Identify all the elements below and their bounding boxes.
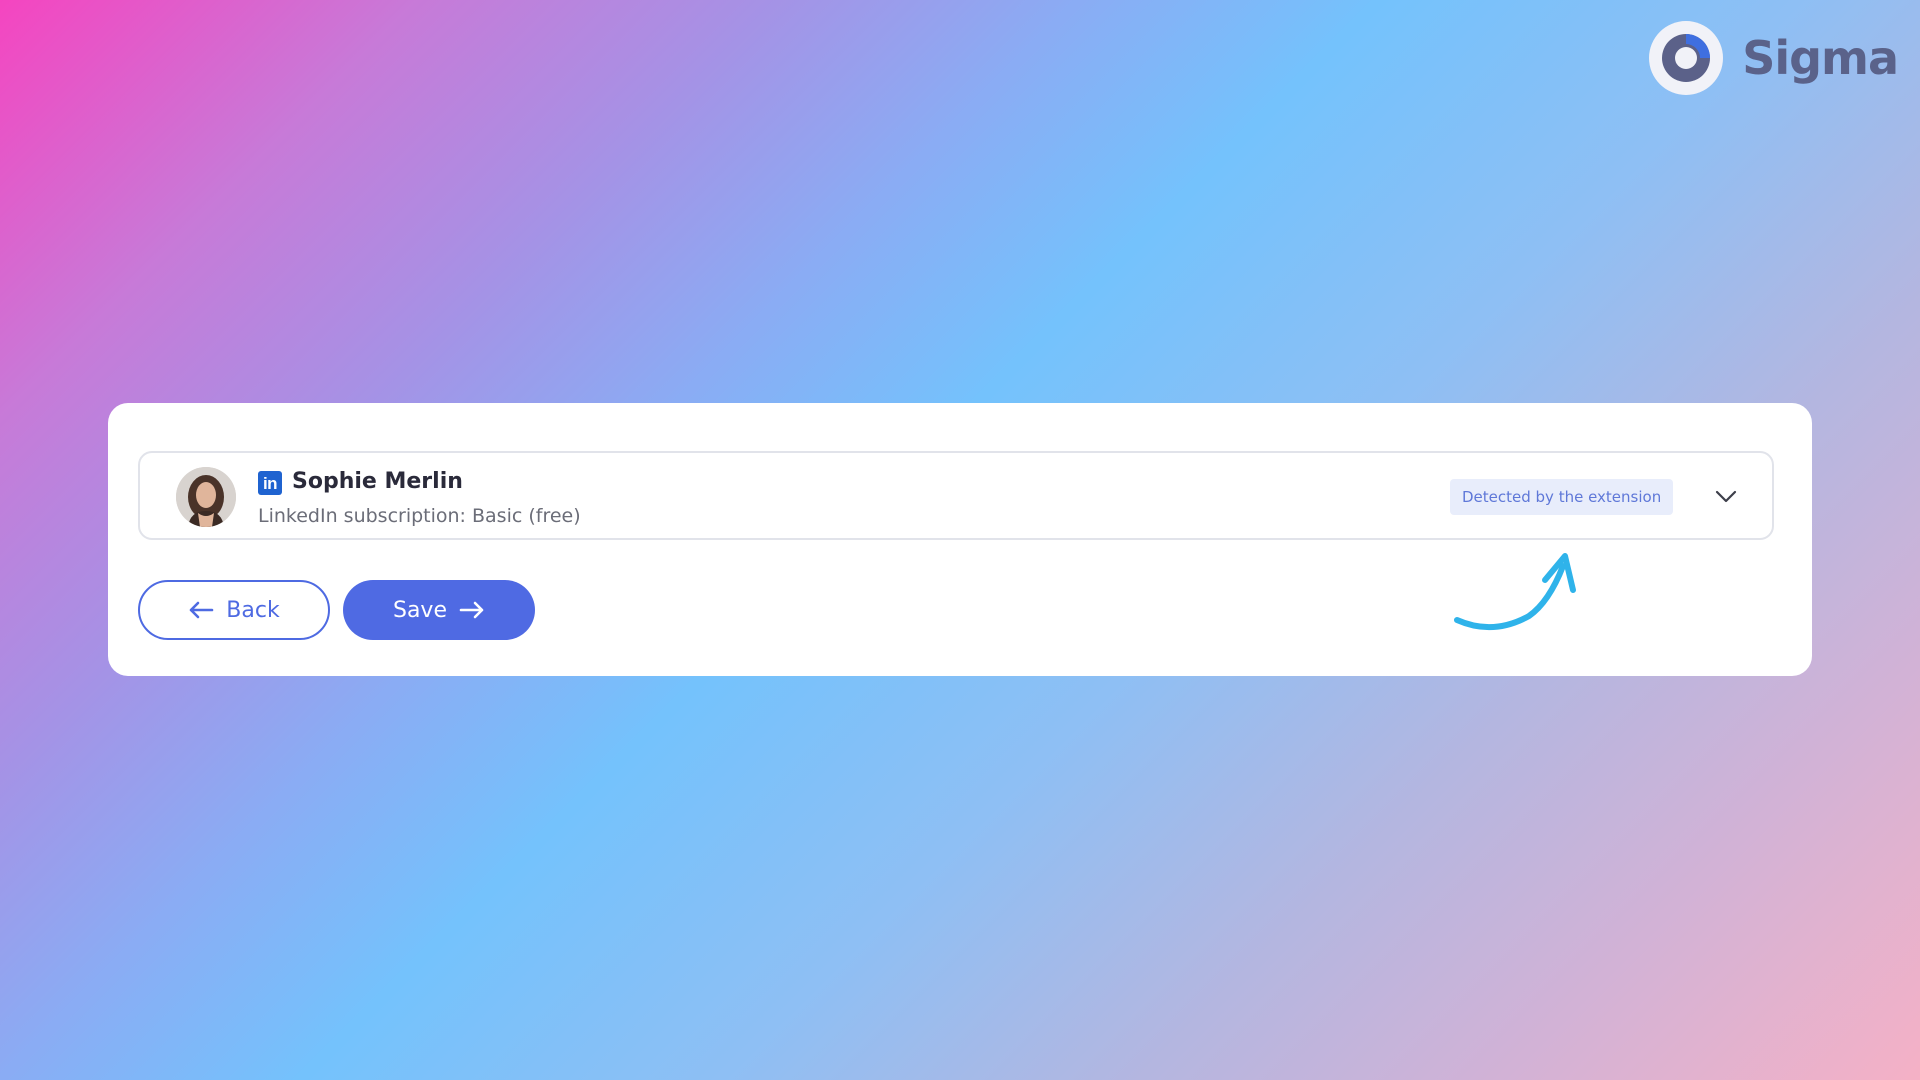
linkedin-icon: in: [258, 471, 282, 495]
contact-row[interactable]: in Sophie Merlin LinkedIn subscription: …: [138, 451, 1774, 540]
contact-name: Sophie Merlin: [292, 469, 463, 494]
detected-badge: Detected by the extension: [1450, 479, 1674, 515]
ring-logo-icon: [1649, 21, 1724, 95]
back-button[interactable]: Back: [138, 580, 330, 640]
avatar: [176, 467, 236, 527]
chevron-down-icon[interactable]: [1714, 487, 1738, 505]
back-label: Back: [226, 597, 280, 623]
save-button[interactable]: Save: [343, 580, 535, 640]
brand-name: Sigma: [1742, 31, 1899, 85]
brand: Sigma: [1648, 20, 1899, 96]
arrow-right-icon: [459, 601, 484, 619]
contact-card: in Sophie Merlin LinkedIn subscription: …: [108, 403, 1812, 676]
save-label: Save: [392, 597, 447, 623]
arrow-left-icon: [189, 601, 214, 619]
subscription-text: LinkedIn subscription: Basic (free): [258, 505, 581, 527]
curved-arrow-icon: [1454, 553, 1576, 631]
